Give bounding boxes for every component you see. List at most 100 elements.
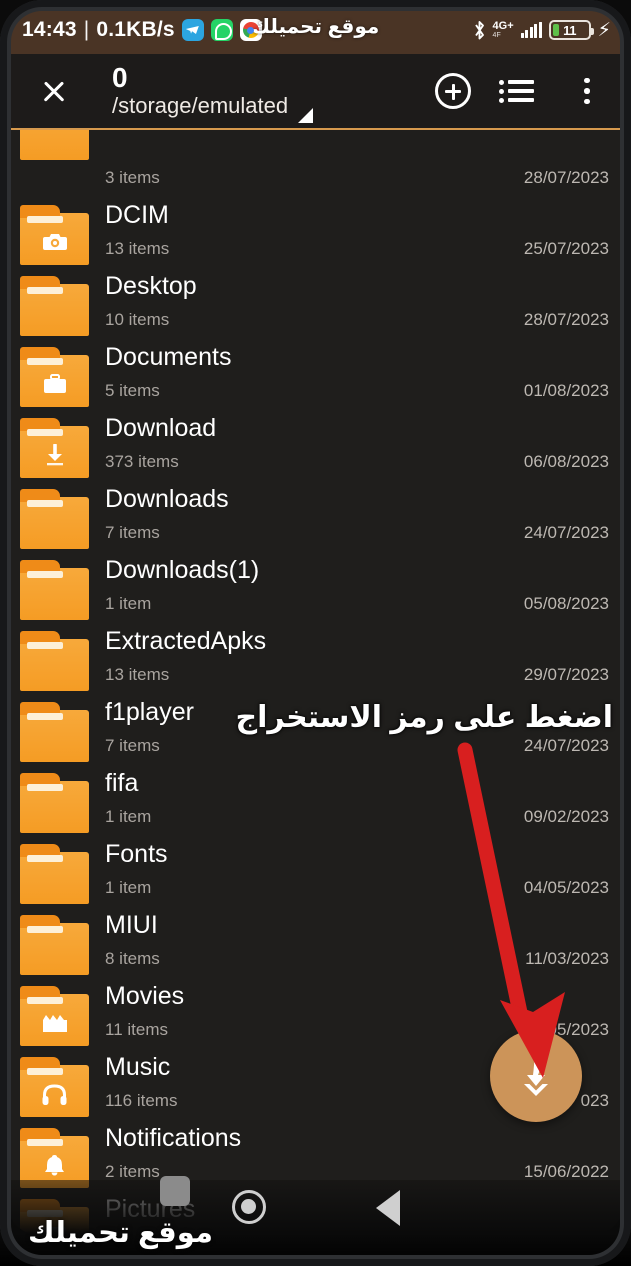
row-text: Downloads(1) 1 item 05/08/2023	[89, 556, 625, 627]
charging-icon: ⚡	[597, 19, 611, 41]
table-row[interactable]: Desktop 10 items 28/07/2023	[6, 272, 625, 343]
folder-item-count: 2 items	[105, 1162, 160, 1181]
table-row[interactable]: fifa 1 item 09/02/2023	[6, 769, 625, 840]
status-separator: |	[83, 18, 90, 41]
folder-item-count: 11 items	[105, 1020, 168, 1039]
folder-item-count: 373 items	[105, 452, 179, 471]
folder-icon	[20, 560, 89, 620]
folder-date: 28/07/2023	[523, 168, 609, 187]
folder-icon	[20, 418, 89, 478]
folder-icon	[20, 489, 89, 549]
folder-icon	[20, 773, 89, 833]
folder-icon	[20, 276, 89, 336]
folder-name: Notifications	[105, 1124, 242, 1152]
telegram-icon	[181, 19, 204, 41]
folder-glyph-headphones	[20, 1083, 89, 1105]
folder-name: Movies	[105, 982, 185, 1010]
row-text: Downloads 7 items 24/07/2023	[89, 485, 625, 556]
folder-icon	[20, 347, 89, 407]
table-row[interactable]: 3 items 28/07/2023	[6, 130, 625, 201]
row-text: DCIM 13 items 25/07/2023	[89, 201, 625, 272]
folder-glyph-bell	[20, 1154, 89, 1176]
folder-name: f1player	[105, 698, 194, 726]
folder-icon	[20, 1057, 89, 1117]
annotation-text: اضغط على رمز الاستخراج	[235, 701, 614, 734]
table-row[interactable]: Download 373 items 06/08/2023	[6, 414, 625, 485]
battery-fill	[552, 24, 559, 36]
folder-icon	[20, 915, 89, 975]
home-button[interactable]	[231, 1190, 266, 1224]
recent-apps-button[interactable]	[160, 1176, 190, 1206]
toolbar-actions	[435, 71, 611, 111]
app-toolbar: 0 /storage/emulated	[6, 54, 625, 130]
folder-item-count: 10 items	[105, 310, 170, 329]
clock: 14:43	[22, 18, 77, 41]
battery-indicator: 11	[548, 20, 594, 40]
folder-icon	[20, 205, 89, 265]
folder-name: Fonts	[105, 840, 168, 868]
table-row[interactable]: MIUI 8 items 11/03/2023	[6, 911, 625, 982]
folder-item-count: 1 item	[105, 807, 152, 826]
folder-item-count: 8 items	[105, 949, 160, 968]
extract-button[interactable]	[490, 1030, 582, 1122]
folder-date: 01/08/2023	[523, 381, 609, 400]
network-type-indicator: 4G+ 4F	[492, 20, 514, 40]
folder-item-count: 5 items	[105, 381, 160, 400]
table-row[interactable]: Documents 5 items 01/08/2023	[6, 343, 625, 414]
status-bar-left: 14:43 | 0.1KB/s	[22, 18, 262, 42]
folder-glyph-camera	[20, 231, 89, 252]
folder-icon	[20, 844, 89, 904]
folder-item-count: 116 items	[105, 1091, 178, 1110]
folder-icon	[20, 130, 89, 160]
plus-circle-icon[interactable]	[435, 73, 471, 109]
network-type-label: 4G+	[492, 20, 514, 32]
folder-item-count: 7 items	[105, 736, 160, 755]
folder-glyph-movie	[20, 1012, 89, 1033]
table-row[interactable]: Fonts 1 item 04/05/2023	[6, 840, 625, 911]
folder-date: 28/07/2023	[523, 310, 609, 329]
folder-glyph-download	[20, 444, 89, 466]
list-view-icon[interactable]	[499, 71, 539, 111]
row-text: fifa 1 item 09/02/2023	[89, 769, 625, 840]
row-text: MIUI 8 items 11/03/2023	[89, 911, 625, 982]
folder-name: ExtractedApks	[105, 627, 267, 655]
overflow-menu-icon[interactable]	[567, 71, 607, 111]
watermark-top: موقع تحميلك	[251, 16, 380, 38]
table-row[interactable]: Downloads(1) 1 item 05/08/2023	[6, 556, 625, 627]
bluetooth-icon	[473, 20, 486, 41]
folder-name: MIUI	[105, 911, 158, 939]
folder-name: Download	[105, 414, 217, 442]
folder-date: 05/08/2023	[523, 594, 609, 613]
back-button[interactable]	[375, 1190, 400, 1226]
folder-item-count: 1 item	[105, 594, 152, 613]
folder-name: Music	[105, 1053, 171, 1081]
row-text: Fonts 1 item 04/05/2023	[89, 840, 625, 911]
folder-name: Downloads(1)	[105, 556, 260, 584]
folder-name: Downloads	[105, 485, 229, 513]
table-row[interactable]: ExtractedApks 13 items 29/07/2023	[6, 627, 625, 698]
folder-date: 25/07/2023	[523, 239, 609, 258]
folder-date: 24/07/2023	[523, 523, 609, 542]
caret-icon[interactable]	[298, 108, 314, 123]
row-text: ExtractedApks 13 items 29/07/2023	[89, 627, 625, 698]
folder-date: 04/05/2023	[523, 878, 609, 897]
folder-date: 11/03/2023	[525, 949, 609, 968]
watermark-bottom: موقع تحميلك	[28, 1217, 213, 1249]
page-title: 0	[112, 61, 128, 93]
table-row[interactable]: DCIM 13 items 25/07/2023	[6, 201, 625, 272]
status-bar-right: 4G+ 4F 11 ⚡	[473, 20, 611, 41]
folder-date: 023	[580, 1091, 609, 1110]
phone-device: 14:43 | 0.1KB/s موقع تحميلك 4G+ 4F 11 ⚡ …	[0, 0, 631, 1266]
path-title-block[interactable]: 0 /storage/emulated	[112, 61, 288, 119]
folder-date: 15/06/2022	[523, 1162, 609, 1181]
folder-date: 06/08/2023	[523, 452, 609, 471]
folder-icon	[20, 631, 89, 691]
folder-date: 29/07/2023	[523, 665, 609, 684]
folder-item-count: 7 items	[105, 523, 160, 542]
table-row[interactable]: Downloads 7 items 24/07/2023	[6, 485, 625, 556]
folder-name: DCIM	[105, 201, 169, 229]
row-text: 3 items 28/07/2023	[89, 130, 625, 201]
close-icon[interactable]	[32, 69, 76, 113]
row-text: Download 373 items 06/08/2023	[89, 414, 625, 485]
row-text: Desktop 10 items 28/07/2023	[89, 272, 625, 343]
